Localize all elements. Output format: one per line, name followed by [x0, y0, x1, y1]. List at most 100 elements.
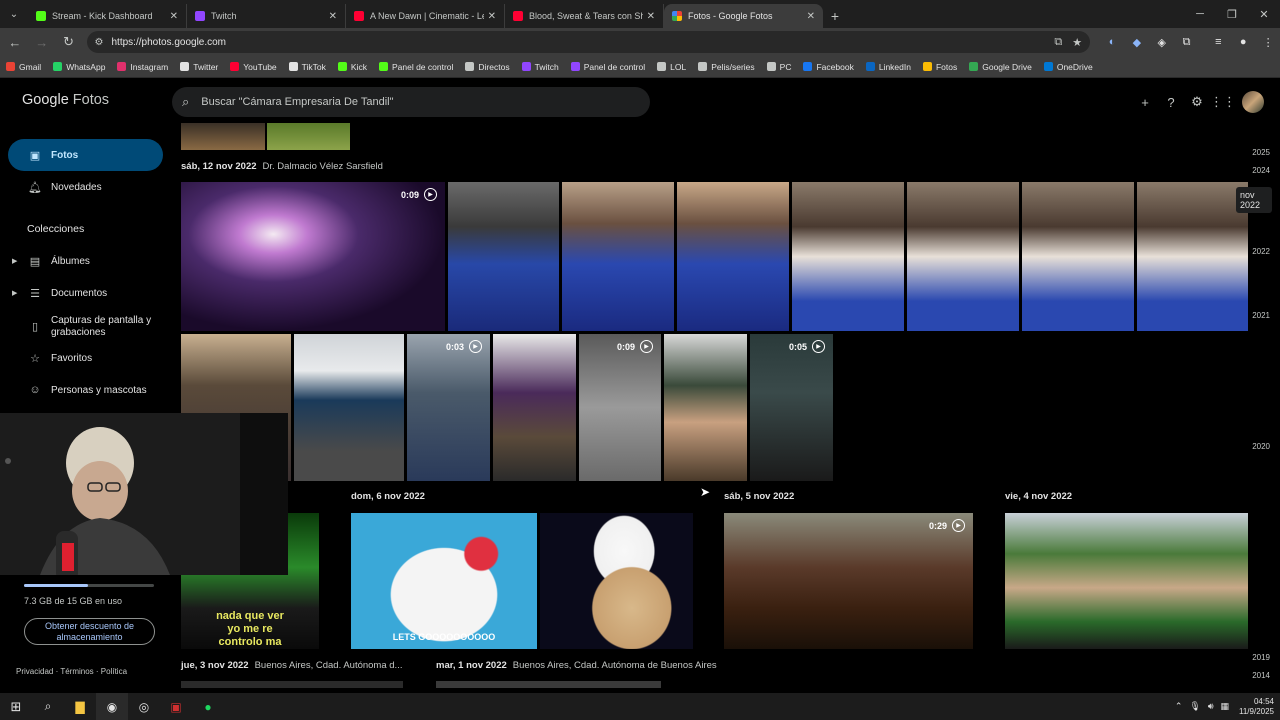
video-thumbnail[interactable]: 0:09 ▶ — [579, 334, 661, 481]
site-info-icon[interactable]: ⚙ — [95, 37, 104, 48]
video-thumbnail[interactable]: 0:05 ▶ — [750, 334, 833, 481]
close-icon[interactable]: ✕ — [807, 11, 815, 22]
sidebar-item-favoritos[interactable]: ☆ Favoritos — [8, 342, 163, 374]
sidebar-item-capturas[interactable]: ▯ Capturas de pantalla y grabaciones — [8, 309, 163, 345]
extension-icon[interactable]: ◆ — [1125, 30, 1149, 54]
photo-thumbnail[interactable] — [792, 182, 904, 331]
bookmark-item[interactable]: LOL — [657, 62, 686, 72]
video-thumbnail[interactable]: 0:09 ▶ — [181, 182, 445, 331]
bookmark-item[interactable]: YouTube — [230, 62, 277, 72]
bookmark-item[interactable]: Pelis/series — [698, 62, 755, 72]
bookmark-item[interactable]: Google Drive — [969, 62, 1032, 72]
photo-thumbnail[interactable] — [677, 182, 789, 331]
tab-youtube-2[interactable]: Blood, Sweat & Tears con Sher ✕ — [505, 4, 664, 28]
photo-thumbnail[interactable] — [664, 334, 747, 481]
expand-arrow-icon[interactable]: ▶ — [12, 257, 17, 265]
bookmark-item[interactable]: OneDrive — [1043, 62, 1093, 72]
tab-search-icon[interactable]: ⌄ — [0, 0, 28, 28]
apps-grid-icon[interactable]: ⋮⋮ — [1210, 92, 1236, 112]
photo-thumbnail[interactable] — [907, 182, 1019, 331]
close-icon[interactable]: ✕ — [488, 11, 496, 22]
expand-arrow-icon[interactable]: ▶ — [12, 289, 17, 297]
bookmark-item[interactable]: Panel de control — [570, 62, 645, 72]
chevron-up-icon[interactable]: ⌃ — [1175, 701, 1183, 712]
streaming-app-icon[interactable]: ▣ — [160, 693, 192, 720]
video-thumbnail[interactable]: 0:29 ▶ — [724, 513, 973, 649]
bookmark-item[interactable]: TikTok — [288, 62, 326, 72]
search-icon[interactable]: ⌕ — [32, 693, 64, 720]
sidebar-item-documentos[interactable]: ▶ ☰ Documentos — [8, 277, 163, 309]
tab-kick[interactable]: Stream - Kick Dashboard ✕ — [28, 4, 187, 28]
photo-thumbnail[interactable] — [448, 182, 559, 331]
terms-link[interactable]: Términos — [60, 667, 93, 676]
year-marker[interactable]: 2021 — [1252, 311, 1270, 320]
video-thumbnail[interactable]: 0:03 ▶ — [407, 334, 490, 481]
file-explorer-icon[interactable]: ▇ — [64, 693, 96, 720]
bookmark-item[interactable]: LinkedIn — [865, 62, 911, 72]
bookmark-item[interactable]: Instagram — [117, 62, 168, 72]
restore-icon[interactable]: ❐ — [1216, 0, 1248, 28]
tab-twitch[interactable]: Twitch ✕ — [187, 4, 346, 28]
year-marker[interactable]: 2022 — [1252, 247, 1270, 256]
bookmark-item[interactable]: Fotos — [922, 62, 957, 72]
menu-icon[interactable]: ⋮ — [1256, 30, 1280, 54]
bookmark-item[interactable]: PC — [766, 62, 791, 72]
account-avatar[interactable] — [1242, 91, 1264, 113]
bookmark-item[interactable]: Twitch — [521, 62, 559, 72]
speaker-icon[interactable]: 🔊︎ — [1208, 701, 1214, 712]
storage-discount-button[interactable]: Obtener descuento de almacenamiento — [24, 618, 155, 645]
tab-google-fotos[interactable]: Fotos - Google Fotos ✕ — [664, 4, 823, 28]
year-marker[interactable]: 2019 — [1252, 653, 1270, 662]
photo-thumbnail[interactable] — [493, 334, 576, 481]
start-windows-icon[interactable]: ⊞ — [0, 693, 32, 720]
bookmark-item[interactable]: Panel de control — [378, 62, 453, 72]
microphone-icon[interactable]: 🎙︎ — [1189, 701, 1200, 712]
sidebar-item-fotos[interactable]: ▣ Fotos — [8, 139, 163, 171]
photo-thumbnail[interactable] — [436, 681, 661, 688]
extension-icon[interactable]: ◈ — [1150, 30, 1174, 54]
photo-thumbnail[interactable] — [181, 123, 265, 150]
close-icon[interactable]: ✕ — [647, 11, 655, 22]
network-icon[interactable]: ▦ — [1220, 701, 1229, 712]
tab-youtube-1[interactable]: A New Dawn | Cinematic - Leag ✕ — [346, 4, 505, 28]
chrome-icon[interactable]: ◉ — [96, 693, 128, 720]
search-input[interactable]: ⌕ Buscar "Cámara Empresaria De Tandil" — [172, 87, 650, 117]
install-app-icon[interactable]: ⧉ — [1054, 36, 1062, 49]
photo-thumbnail[interactable] — [294, 334, 404, 481]
bookmark-item[interactable]: Facebook — [803, 62, 854, 72]
back-icon[interactable]: ← — [3, 30, 27, 54]
photo-thumbnail[interactable] — [267, 123, 350, 150]
clock[interactable]: 04:54 11/9/2025 — [1239, 697, 1274, 717]
bookmark-item[interactable]: Kick — [337, 62, 367, 72]
create-plus-icon[interactable]: + — [1132, 92, 1158, 112]
minimize-icon[interactable]: ─ — [1184, 0, 1216, 28]
settings-gear-icon[interactable]: ⚙ — [1184, 92, 1210, 112]
sidebar-item-novedades[interactable]: 🔔︎ Novedades — [8, 171, 163, 203]
help-icon[interactable]: ? — [1158, 92, 1184, 112]
photo-thumbnail[interactable]: LETS GOOOOOOOOOO — [351, 513, 537, 649]
bookmark-item[interactable]: WhatsApp — [53, 62, 105, 72]
reload-icon[interactable]: ↻ — [57, 30, 81, 54]
privacy-link[interactable]: Privacidad — [16, 667, 53, 676]
sidebar-item-albumes[interactable]: ▶ ▤ Álbumes — [8, 245, 163, 277]
extension-icon[interactable]: ◐ — [1100, 30, 1124, 54]
photo-thumbnail[interactable] — [562, 182, 674, 331]
policy-link[interactable]: Política — [101, 667, 127, 676]
bookmark-item[interactable]: Twitter — [180, 62, 218, 72]
photo-thumbnail[interactable] — [181, 681, 403, 688]
profile-avatar-icon[interactable]: ● — [1231, 30, 1255, 54]
bookmark-item[interactable]: Gmail — [6, 62, 41, 72]
year-marker[interactable]: 2024 — [1252, 166, 1270, 175]
bookmark-item[interactable]: Directos — [465, 62, 510, 72]
photo-thumbnail[interactable] — [1005, 513, 1248, 649]
spotify-icon[interactable]: ● — [192, 693, 224, 720]
google-photos-logo[interactable]: Google Fotos — [22, 92, 109, 108]
address-bar[interactable]: ⚙ https://photos.google.com ⧉ ★ — [86, 31, 1091, 53]
close-window-icon[interactable]: ✕ — [1248, 0, 1280, 28]
new-tab-button[interactable]: + — [823, 4, 847, 28]
sidebar-item-personas[interactable]: ☺ Personas y mascotas — [8, 374, 163, 406]
year-marker[interactable]: 2025 — [1252, 148, 1270, 157]
reading-list-icon[interactable]: ≡ — [1206, 30, 1230, 54]
close-icon[interactable]: ✕ — [329, 11, 337, 22]
year-marker[interactable]: 2014 — [1252, 671, 1270, 680]
